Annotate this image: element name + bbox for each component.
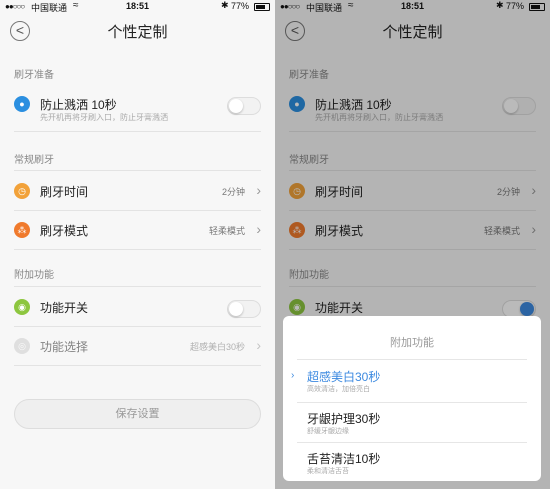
sheet-title: 附加功能 [390, 337, 434, 349]
option-tongue-clean[interactable]: 舌苔清洁10秒 柔和清洁舌苔 [283, 444, 541, 484]
function-picker-sheet: 附加功能 › 超感美白30秒 高效清洁，加倍亮白 牙龈护理30秒 舒缓牙龈边缘 … [283, 316, 541, 481]
row-brush-time[interactable]: ◷ 刷牙时间 2分钟 › [14, 172, 261, 210]
row-function-select[interactable]: ◎ 功能选择 超感美白30秒 › [14, 327, 261, 365]
battery-percent: 77% [231, 1, 250, 11]
divider [14, 286, 261, 287]
section-header-regular: 常规刷牙 [14, 155, 54, 166]
clock-icon: ◷ [14, 183, 30, 199]
splash-toggle[interactable] [227, 97, 261, 115]
chevron-right-icon: › [256, 221, 261, 237]
row-label: 功能开关 [40, 301, 89, 315]
screen-right: ●●○○○ 中国联通 ≈ 18:51 ✱ 77% < 个性定制 刷牙准备 ● 防… [275, 0, 550, 489]
app-composite: ●●○○○ 中国联通 ≈ 18:51 ✱ 77% < 个性定制 刷牙准备 ● 防… [0, 0, 550, 489]
status-bar: ●●○○○ 中国联通 ≈ 18:51 ✱ 77% [0, 0, 275, 13]
selected-marker-icon: › [291, 370, 295, 381]
toggle-knob [229, 99, 243, 113]
row-label: 刷牙模式 [40, 224, 89, 238]
section-header-prep: 刷牙准备 [14, 70, 54, 81]
save-button[interactable]: 保存设置 [14, 399, 261, 429]
option-whitening[interactable]: › 超感美白30秒 高效清洁，加倍亮白 [283, 362, 541, 402]
drop-icon: ● [14, 96, 30, 112]
divider [14, 249, 261, 250]
divider [14, 170, 261, 171]
section-header-extra: 附加功能 [14, 270, 54, 281]
mode-icon: ⁂ [14, 222, 30, 238]
option-subtitle: 舒缓牙龈边缘 [307, 428, 349, 435]
bluetooth-icon: ✱ [221, 0, 229, 10]
row-value: 轻柔模式 [208, 226, 245, 236]
option-label: 牙龈护理30秒 [307, 412, 381, 426]
function-icon: ◉ [14, 299, 30, 315]
divider [297, 402, 527, 403]
option-subtitle: 高效清洁，加倍亮白 [307, 386, 370, 393]
row-function-switch: ◉ 功能开关 [14, 288, 261, 326]
row-splash-guard: ● 防止溅洒 10秒 先开机再将牙刷入口，防止牙膏溅洒 [14, 85, 261, 123]
divider [14, 365, 261, 366]
option-label: 超感美白30秒 [307, 370, 381, 384]
row-label: 功能选择 [40, 340, 89, 354]
row-label: 防止溅洒 10秒 [40, 98, 117, 112]
screen-left: ●●○○○ 中国联通 ≈ 18:51 ✱ 77% < 个性定制 刷牙准备 ● 防… [0, 0, 275, 489]
divider [297, 359, 527, 360]
option-label: 舌苔清洁10秒 [307, 452, 381, 466]
option-subtitle: 柔和清洁舌苔 [307, 468, 349, 475]
divider [14, 131, 261, 132]
toggle-knob [229, 302, 243, 316]
row-value: 超感美白30秒 [189, 342, 245, 352]
function-select-icon: ◎ [14, 338, 30, 354]
row-brush-mode[interactable]: ⁂ 刷牙模式 轻柔模式 › [14, 211, 261, 249]
page-title: 个性定制 [107, 24, 168, 41]
option-gum-care[interactable]: 牙龈护理30秒 舒缓牙龈边缘 [283, 404, 541, 444]
row-label: 刷牙时间 [40, 185, 89, 199]
row-value: 2分钟 [221, 187, 245, 197]
battery-icon [254, 3, 270, 11]
chevron-right-icon: › [256, 182, 261, 198]
chevron-right-icon: › [256, 337, 261, 353]
divider [297, 442, 527, 443]
function-toggle[interactable] [227, 300, 261, 318]
nav-bar: < 个性定制 [0, 13, 275, 48]
row-subtitle: 先开机再将牙刷入口，防止牙膏溅洒 [40, 113, 168, 122]
